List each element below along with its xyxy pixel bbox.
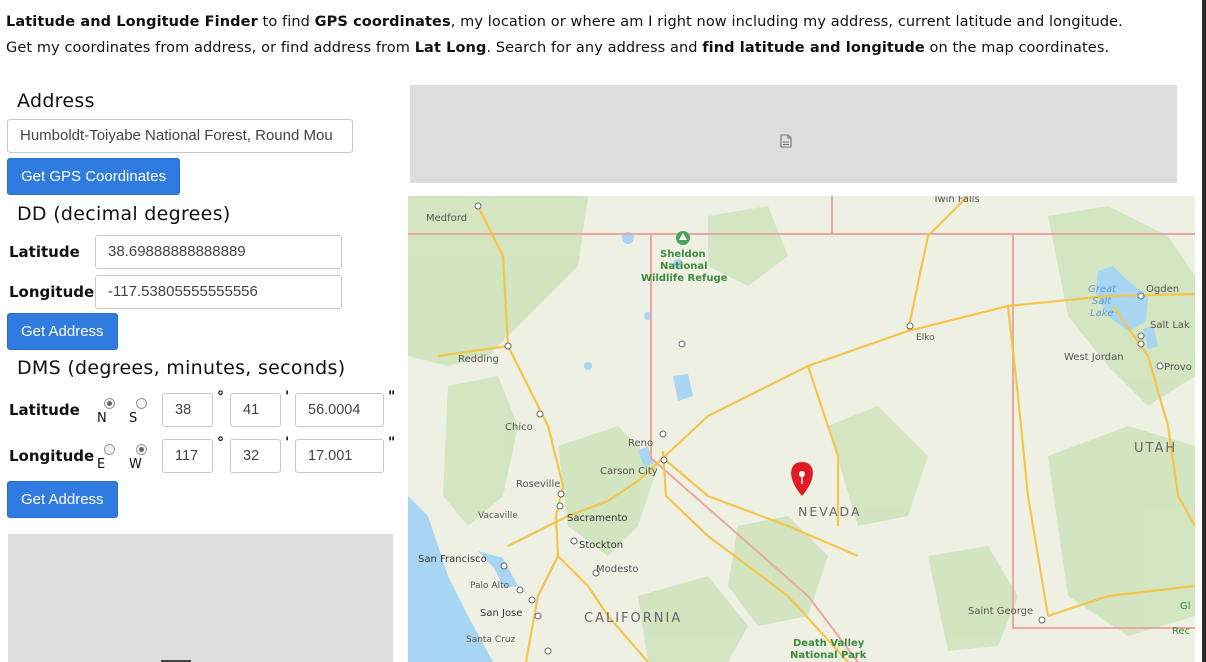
label-provo: Provo [1164,362,1192,373]
dms-latitude-label: Latitude [9,401,80,419]
ad-placeholder-top [410,85,1177,183]
intro-text: Latitude and Longitude Finder to find GP… [6,9,1196,61]
degree-symbol: ° [217,435,224,451]
minute-symbol: ' [285,435,290,451]
dms-longitude-label: Longitude [9,447,95,465]
label-modesto: Modesto [596,564,639,575]
label-utah: UTAH [1134,441,1177,456]
dms-get-address-button[interactable]: Get Address [7,481,118,518]
intro-text-span: Get my coordinates from address, or find… [6,40,415,56]
label-reno: Reno [628,438,653,449]
intro-keyword: find latitude and longitude [702,40,925,56]
dms-lng-minutes-input[interactable]: 32 [230,439,281,473]
get-gps-coordinates-button[interactable]: Get GPS Coordinates [7,158,181,195]
label-salt-lake-city: Salt Lak [1150,320,1190,331]
label-gl: Gl [1180,601,1191,612]
degree-symbol: ° [217,389,224,405]
label-roseville: Roseville [516,479,560,490]
label-death-valley-1: Death Valley [793,638,865,649]
label-ogden: Ogden [1146,284,1179,295]
label-sacramento: Sacramento [567,513,627,524]
dms-lng-seconds-input[interactable]: 17.001 [295,439,384,473]
label-saint-george: Saint George [968,606,1033,617]
label-sheldon-1: Sheldon [660,249,706,260]
label-sheldon-2: National [660,261,708,272]
intro-line-2: Get my coordinates from address, or find… [6,35,1196,61]
label-carson-city: Carson City [600,466,658,477]
radio-north-label: N [97,411,107,426]
radio-south[interactable] [136,398,147,409]
dms-lat-minutes-input[interactable]: 41 [230,393,281,427]
intro-text-span: . Search for any address and [486,40,703,56]
dd-get-address-button[interactable]: Get Address [7,313,118,350]
intro-text-span: to find [257,14,315,30]
label-lake: Lake [1090,308,1114,319]
intro-keyword: Latitude and Longitude Finder [6,14,258,30]
address-input[interactable]: Humboldt-Toiyabe National Forest, Round … [7,119,353,153]
intro-line-1: Latitude and Longitude Finder to find GP… [6,9,1196,35]
label-nevada: NEVADA [798,504,862,519]
broken-image-icon [780,134,792,148]
dd-heading: DD (decimal degrees) [17,203,231,225]
dms-heading: DMS (degrees, minutes, seconds) [17,357,346,379]
dms-lat-seconds-input[interactable]: 56.0004 [295,393,384,427]
dd-longitude-label: Longitude [9,283,95,301]
radio-east-label: E [97,457,106,472]
label-stockton: Stockton [579,540,623,551]
address-heading: Address [17,90,95,112]
label-california: CALIFORNIA [584,611,682,626]
intro-keyword: Lat Long [414,40,487,56]
dd-latitude-input[interactable]: 38.69888888888889 [95,235,342,269]
second-symbol: " [388,389,396,405]
park-icon [676,231,690,245]
intro-text-span: , my location or where am I right now in… [450,14,1123,30]
label-palo-alto: Palo Alto [470,581,510,591]
intro-keyword: GPS coordinates [314,14,451,30]
radio-west[interactable] [136,444,147,455]
dd-latitude-label: Latitude [9,243,80,261]
second-symbol: " [388,435,396,451]
radio-west-label: W [129,457,142,472]
label-elko: Elko [916,333,935,343]
label-redding: Redding [458,354,499,365]
label-vacaville: Vacaville [478,511,518,521]
ad-placeholder-bottom [8,534,393,662]
map-view[interactable]: Twin Falls Medford Sheldon National Wild… [408,196,1195,662]
intro-text-span: on the map coordinates. [924,40,1110,56]
dms-lat-degrees-input[interactable]: 38 [162,393,213,427]
label-great: Great [1088,284,1117,295]
label-death-valley-2: National Park [790,650,867,661]
dms-lng-degrees-input[interactable]: 117 [162,439,213,473]
label-rec: Rec [1172,626,1190,637]
label-twin-falls: Twin Falls [932,196,980,205]
radio-north[interactable] [104,398,115,409]
label-west-jordan: West Jordan [1064,352,1124,363]
label-san-jose: San Jose [480,608,522,619]
label-medford: Medford [426,213,467,224]
label-sheldon-3: Wildlife Refuge [641,273,728,284]
minute-symbol: ' [285,389,290,405]
label-santa-cruz: Santa Cruz [466,635,516,645]
dd-longitude-input[interactable]: -117.53805555555556 [95,275,342,309]
label-san-francisco: San Francisco [418,554,487,565]
page-edge-bar [1202,0,1206,662]
map-canvas[interactable]: Twin Falls Medford Sheldon National Wild… [408,196,1195,662]
radio-south-label: S [129,411,138,426]
label-chico: Chico [505,422,533,433]
label-salt: Salt [1092,296,1112,307]
radio-east[interactable] [104,444,115,455]
